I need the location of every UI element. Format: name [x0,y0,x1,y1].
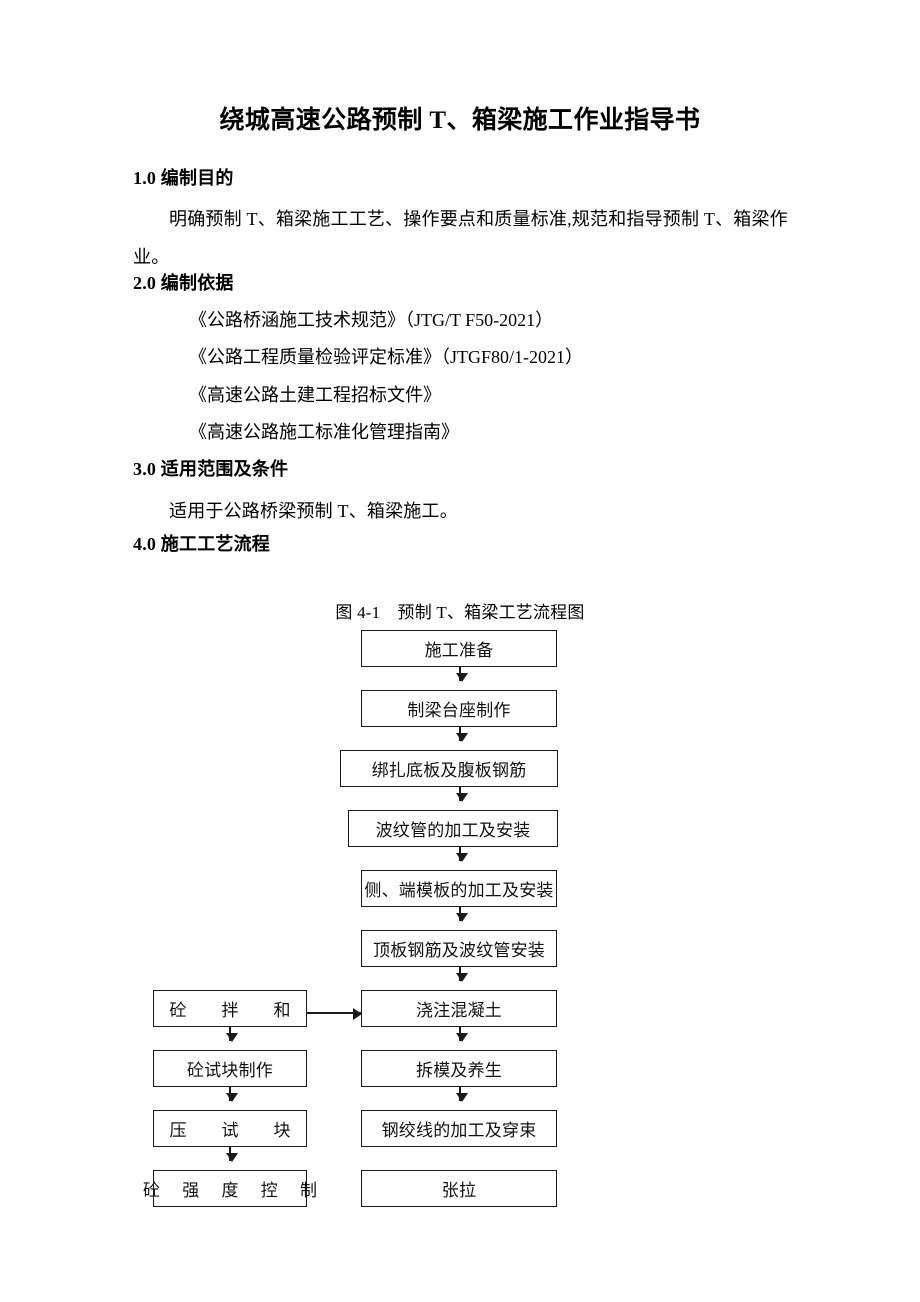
flow-node-tong-qiangdu-kongzhi: 砼 强 度 控 制 [143,1170,317,1207]
flow-arrow-1 [456,667,468,682]
flow-node-jiaozhu-hunningtu: 浇注混凝土 [361,990,557,1027]
flow-node-dingban-gangjin: 顶板钢筋及波纹管安装 [361,930,557,967]
flow-node-bangza-gangjin: 绑扎底板及腹板钢筋 [340,750,558,787]
flow-node-gangjiaoxian: 钢绞线的加工及穿束 [361,1110,557,1147]
flow-arrow-4 [456,847,468,862]
flow-node-chaimo-yangsheng: 拆模及养生 [361,1050,557,1087]
flow-node-ya-shikuai: 压 试 块 [153,1110,307,1147]
flow-node-tong-shikuai-zhizuo: 砼试块制作 [153,1050,307,1087]
flow-arrow-side-1 [226,1027,238,1042]
flow-node-zhiliang-taizuo: 制梁台座制作 [361,690,557,727]
flow-node-tong-banhe: 砼 拌 和 [153,990,307,1027]
flow-node-bowenguan: 波纹管的加工及安装 [348,810,558,847]
flow-arrow-6 [456,967,468,982]
flow-arrow-2 [456,727,468,742]
flow-arrow-5 [456,907,468,922]
flow-arrow-7 [456,1027,468,1042]
flow-arrow-side-2 [226,1087,238,1102]
process-flowchart: 施工准备 制梁台座制作 绑扎底板及腹板钢筋 波纹管的加工及安装 侧、端模板的加工… [0,0,920,1302]
document-page: 绕城高速公路预制 T、箱梁施工作业指导书 1.0 编制目的 明确预制 T、箱梁施… [0,0,920,1302]
flow-node-cemoban: 侧、端模板的加工及安装 [361,870,557,907]
flow-arrow-8 [456,1087,468,1102]
flow-node-shigong-zhunbei: 施工准备 [361,630,557,667]
flow-arrow-banhe-to-jiaozhu [307,1008,362,1020]
flow-arrow-3 [456,787,468,802]
flow-arrow-side-3 [226,1147,238,1162]
flow-node-zhangla: 张拉 [361,1170,557,1207]
